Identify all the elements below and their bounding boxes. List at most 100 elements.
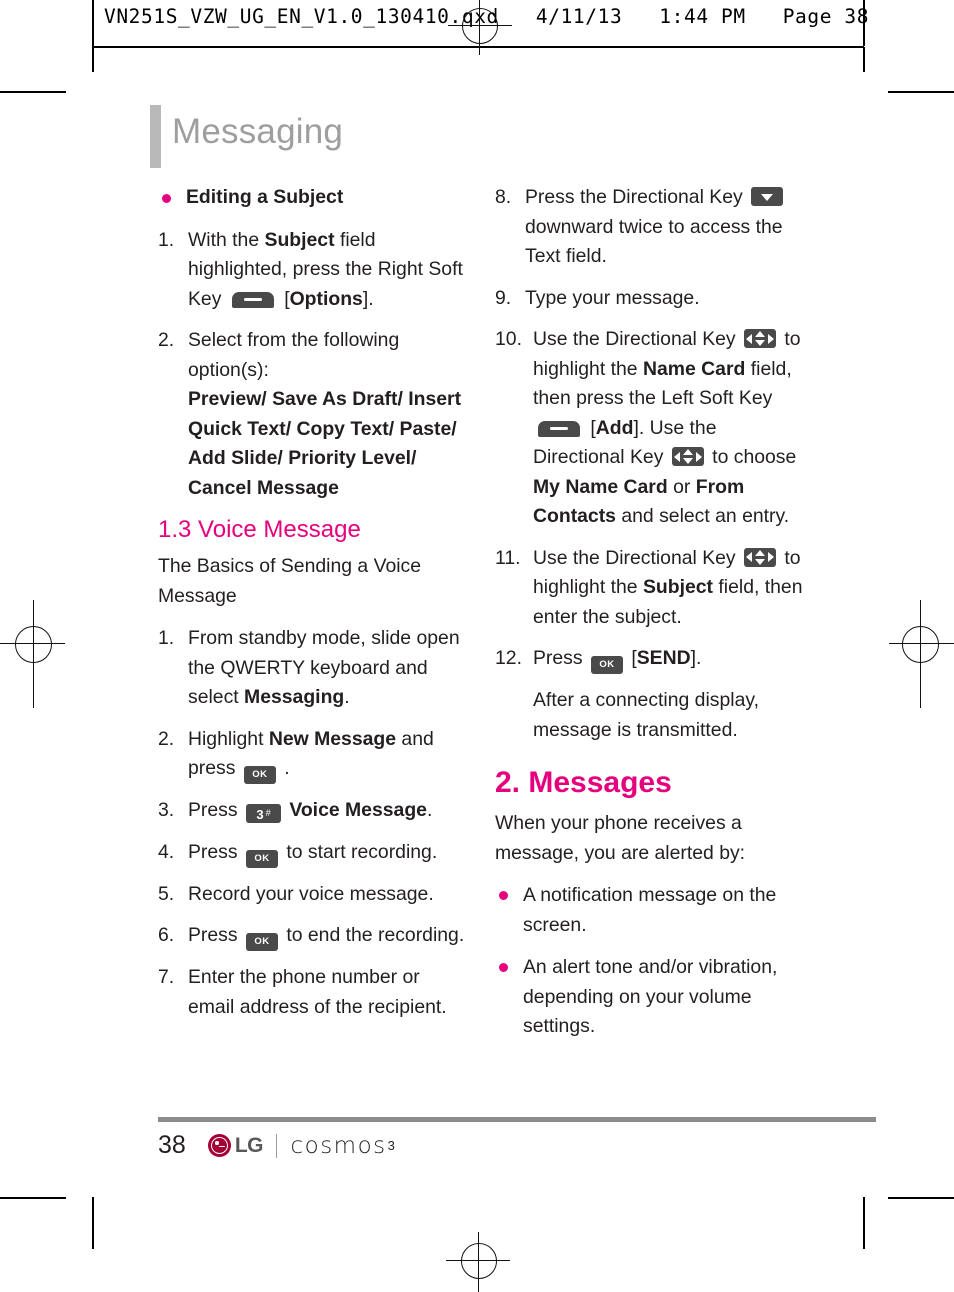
key-hash-label: # [265,808,271,818]
bullet-heading-label: Editing a Subject [186,186,344,208]
step-text-part: to end the recording. [280,924,465,946]
step-text-part: and select an entry. [615,505,790,527]
messages-bullet-2: An alert tone and/or vibration, dependin… [495,953,807,1042]
section-intro-text: The Basics of Sending a Voice Message [158,555,422,607]
step-text-part: ]. [690,647,702,669]
step-bold-my-name-card: My Name Card [533,475,668,498]
directional-key-4way-icon [744,329,777,348]
key-3-hash-icon: 3 # [245,804,281,823]
step-text-part: Enter the phone number or email address … [188,966,447,1018]
step-bold-options: Options [289,287,363,310]
step-number: 11. [495,546,521,569]
manual-page: Messaging Editing a Subject 1. With the … [0,0,954,1292]
step-text-part: Press the Directional Key [525,186,749,208]
step-item-v12: 12. Press OK [SEND]. [495,644,807,674]
step-text-part: Record your voice message. [188,882,434,905]
step-text-part: [ [278,287,290,310]
step-number: 12. [495,647,522,669]
ok-key-icon: OK [245,933,278,951]
page-footer: 38 LG cosmos 3 [158,1131,395,1160]
step-text-part: Use the Directional Key [533,546,742,569]
step-text-part: With the [188,228,265,251]
soft-key-icon [538,420,580,437]
step-bold-add: Add [595,416,634,439]
step-item-v5: 5. Record your voice message. [158,880,470,910]
directional-key-down-icon [751,187,784,206]
step-bold-name-card: Name Card [642,357,746,380]
step-number: 4. [158,840,175,863]
footer-divider [158,1117,876,1122]
cosmos-model-superscript: 3 [387,1138,395,1153]
step-item-v1: 1. From standby mode, slide open the QWE… [158,624,470,713]
step-item-1: 1. With the Subject field highlighted, p… [158,226,470,315]
lg-circle-icon [207,1134,231,1157]
step-item-v11: 11. Use the Directional Key to highlight… [495,544,807,633]
lg-wordmark: LG [234,1133,264,1157]
step-bold-new-message: New Message [268,727,397,750]
bullet-editing-a-subject: Editing a Subject [158,183,470,213]
step-number: 6. [158,924,175,946]
messages-bullet-2-label: An alert tone and/or vibration, dependin… [523,956,778,1037]
step-bold-subject: Subject [264,228,335,251]
chapter-title: Messaging [172,112,344,151]
page-number: 38 [158,1131,186,1159]
step-text-part: Press [188,924,243,946]
step-item-v2: 2. Highlight New Message and press OK . [158,725,470,784]
step-number: 1. [158,627,175,649]
bullet-dot-icon [162,194,171,203]
step-item-v3: 3. Press 3 # Voice Message. [158,796,470,826]
step-item-v10: 10. Use the Directional Key to highlight… [495,325,807,532]
step-bold-subject: Subject [642,576,714,598]
step-item-v4: 4. Press OK to start recording. [158,838,470,868]
step-item-v7: 7. Enter the phone number or email addre… [158,963,470,1022]
right-column: 8. Press the Directional Key downward tw… [495,183,807,1055]
step-text-part: Press [188,840,243,863]
ok-key-icon: OK [245,849,278,868]
step-number: 1. [158,228,175,251]
footer-brand-divider [275,1133,278,1158]
step-text-part: Use the Directional Key [533,328,742,350]
step-bold-voice-message: Voice Message [289,799,427,821]
step-number: 10. [495,328,522,350]
directional-key-4way-icon [671,447,704,466]
step-number: 8. [495,186,512,208]
step-text-part: ]. [362,287,374,310]
section-heading-voice-message: 1.3 Voice Message [158,516,361,543]
step-text-part: [ [625,647,637,669]
messages-intro-text: When your phone receives a message, you … [495,812,746,864]
step-v12-followup-text: After a connecting display, message is t… [533,689,759,741]
lg-logo: LG [207,1133,264,1158]
step-text-part: . [426,799,433,821]
cosmos-wordmark: cosmos [290,1132,387,1159]
step-text-part: Type your message. [525,286,700,309]
step-number: 7. [158,966,175,988]
soft-key-icon [231,291,274,308]
bullet-dot-icon [499,963,508,972]
step-text-part: to choose [706,446,797,468]
ok-key-icon: OK [243,766,276,784]
messages-bullet-1-label: A notification message on the screen. [523,884,777,936]
key-3-label: 3 [256,807,264,822]
chapter-title-accent-bar [150,105,161,168]
step-text-part: . [344,686,350,708]
section-heading-messages: 2. Messages [495,766,672,799]
step-item-v6: 6. Press OK to end the recording. [158,921,470,951]
step-text-part: Press [188,799,243,821]
step-item-2: 2. Select from the following option(s): … [158,326,470,503]
step-text-part: downward twice to access the Text field. [525,215,783,268]
step-text-part: [ [585,416,596,439]
step-bold-send: SEND [636,647,691,669]
step-item-v8: 8. Press the Directional Key downward tw… [495,183,807,272]
directional-key-4way-icon [744,547,777,567]
messages-bullet-1: A notification message on the screen. [495,881,807,940]
step-bold-messaging: Messaging [244,686,345,708]
step-text-part: to start recording. [280,840,438,863]
step-number: 5. [158,882,175,905]
step-text-part: Highlight [188,727,269,750]
step-text-part: or [667,475,696,498]
step-text-part: . [278,757,290,779]
left-column: Editing a Subject 1. With the Subject fi… [158,183,470,1034]
step-text-part: Press [533,647,588,669]
step-text-part: Select from the following option(s): [188,329,400,381]
step-number: 2. [158,727,175,750]
